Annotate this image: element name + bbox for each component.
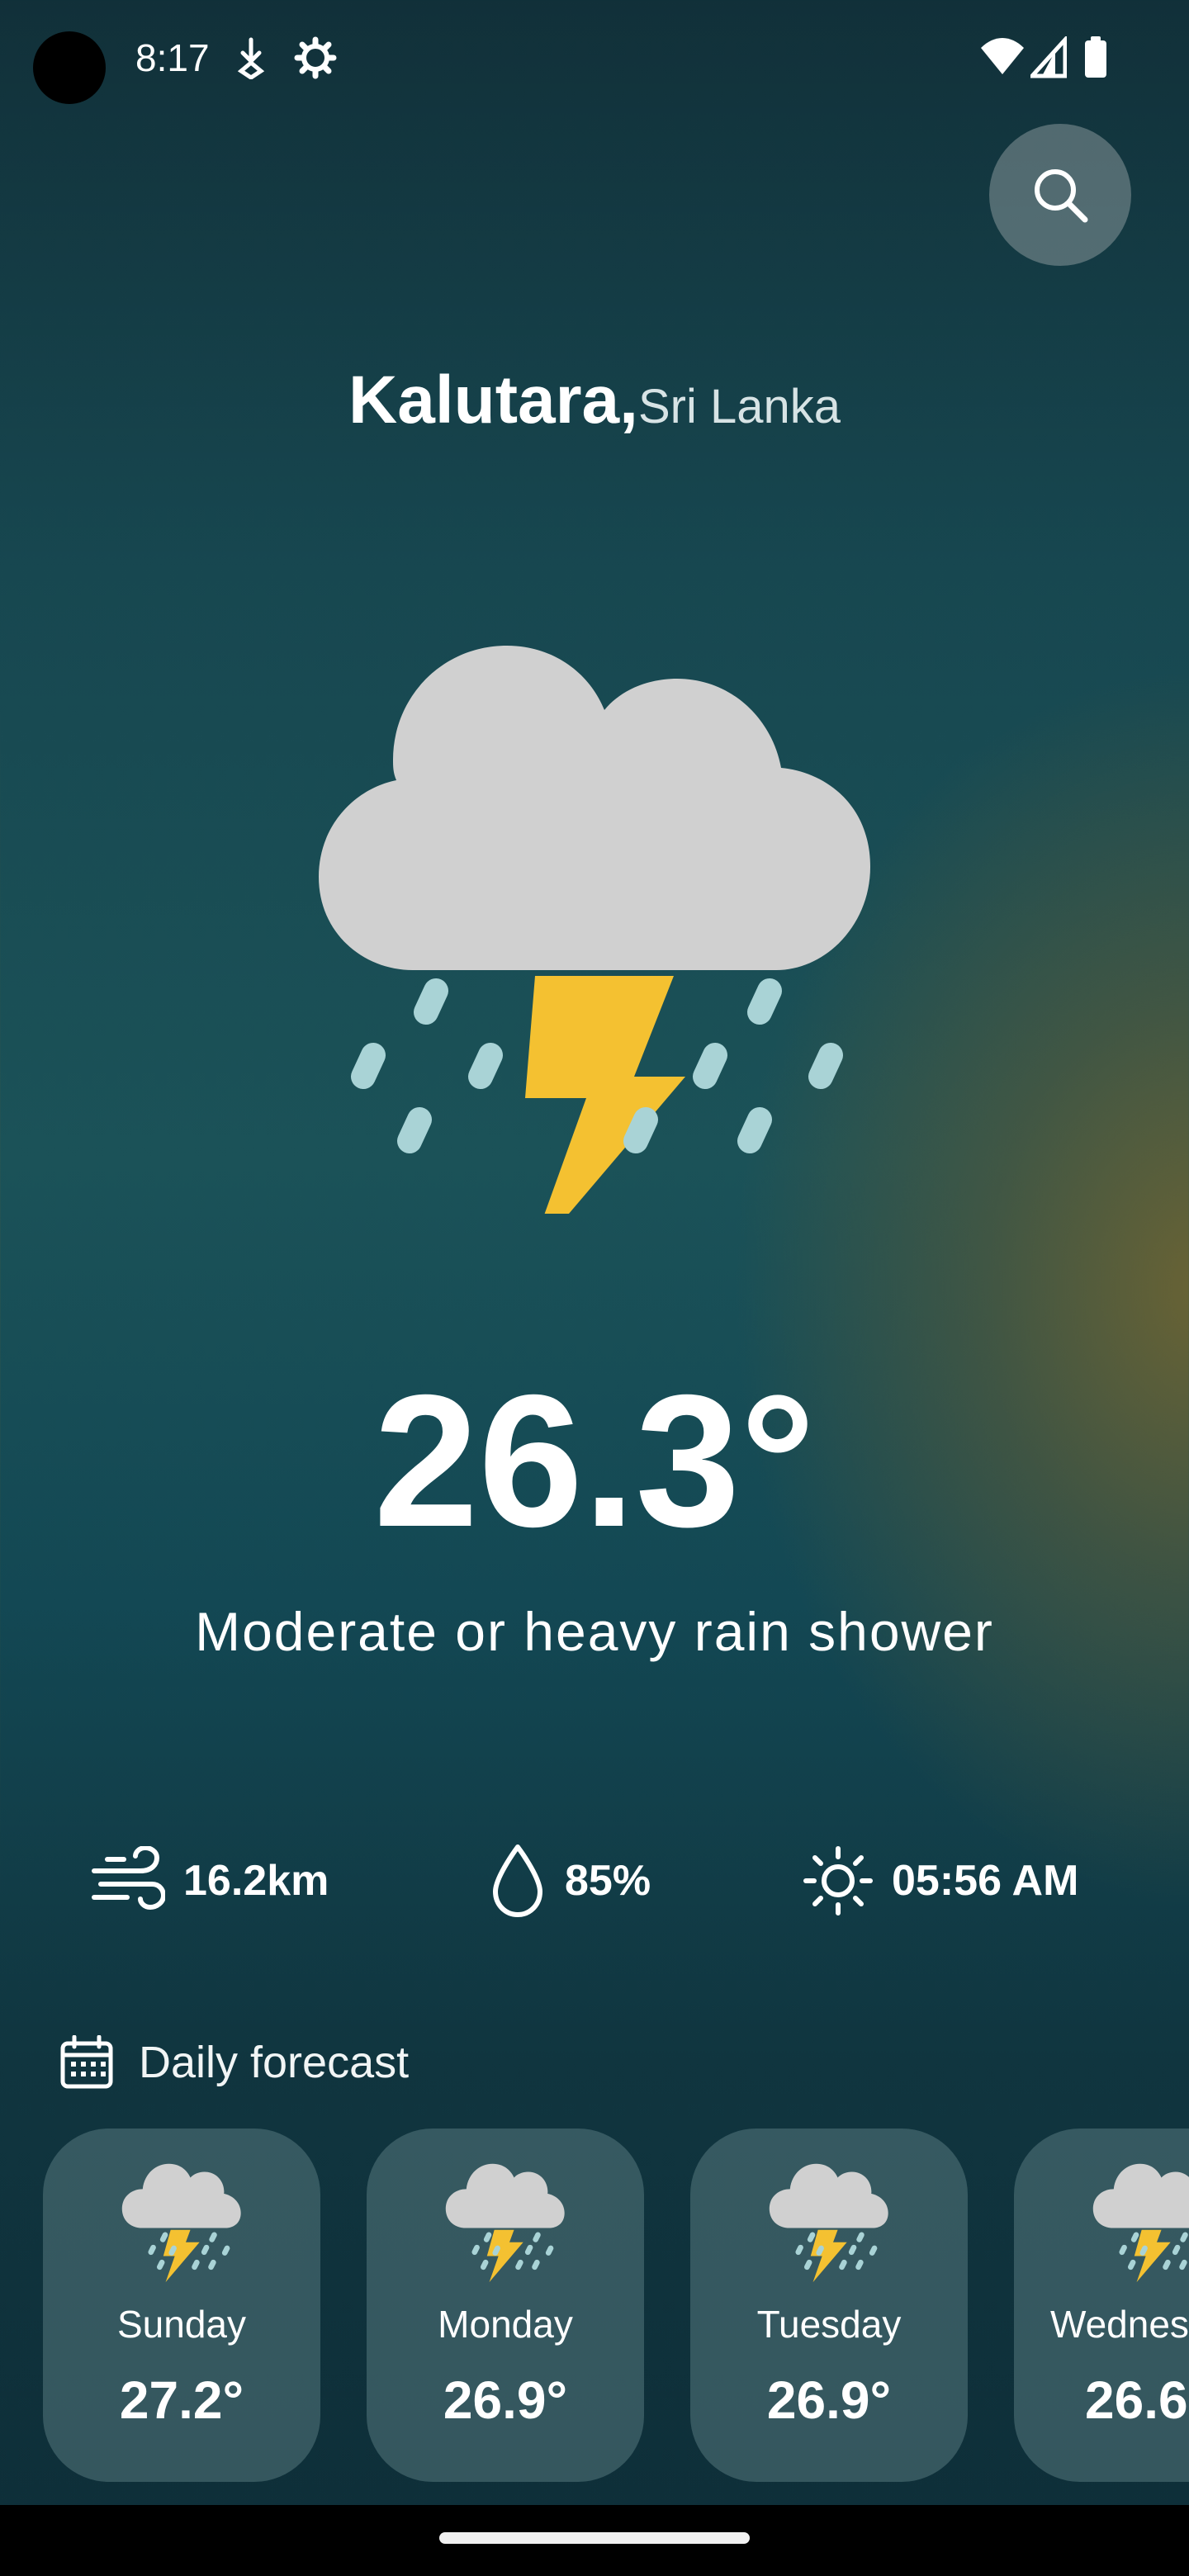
sun-icon bbox=[803, 1846, 873, 1915]
wind-value: 16.2km bbox=[183, 1857, 329, 1905]
forecast-day: Wednes bbox=[1050, 2303, 1189, 2346]
wind-stat: 16.2km bbox=[91, 1840, 329, 1922]
battery-icon bbox=[1085, 36, 1106, 78]
current-temperature: 26.3° bbox=[373, 1357, 816, 1566]
water-drop-icon bbox=[493, 1844, 542, 1917]
forecast-card[interactable]: Monday 26.9° bbox=[367, 2129, 644, 2482]
forecast-temp: 27.2° bbox=[119, 2370, 244, 2430]
sunrise-stat: 05:56 AM bbox=[803, 1840, 1078, 1922]
calendar-icon bbox=[60, 2035, 113, 2089]
thunderstorm-rain-icon bbox=[763, 2162, 895, 2285]
current-condition: Moderate or heavy rain shower bbox=[195, 1601, 994, 1662]
thunderstorm-rain-icon bbox=[439, 2162, 571, 2285]
data-sync-icon bbox=[237, 37, 265, 79]
sunrise-value: 05:56 AM bbox=[892, 1857, 1079, 1905]
humidity-value: 85% bbox=[565, 1857, 651, 1905]
forecast-card[interactable]: Wednes 26.6 bbox=[1014, 2129, 1189, 2482]
thunderstorm-rain-icon bbox=[319, 646, 870, 1214]
forecast-card[interactable]: Tuesday 26.9° bbox=[690, 2129, 968, 2482]
forecast-card[interactable]: Sunday 27.2° bbox=[43, 2129, 320, 2482]
wind-icon bbox=[92, 1846, 165, 1911]
forecast-temp: 26.9° bbox=[766, 2370, 892, 2430]
camera-cutout bbox=[33, 31, 106, 104]
thunderstorm-rain-icon bbox=[1087, 2162, 1189, 2285]
forecast-temp: 26.9° bbox=[443, 2370, 568, 2430]
cellular-signal-icon bbox=[1030, 36, 1067, 78]
search-button[interactable] bbox=[989, 124, 1131, 266]
daily-forecast-header: Daily forecast bbox=[59, 2029, 409, 2095]
wifi-icon bbox=[981, 38, 1024, 74]
thunderstorm-rain-icon bbox=[116, 2162, 248, 2285]
location-title: Kalutara,Sri Lanka bbox=[0, 362, 1189, 439]
forecast-temp: 26.6 bbox=[1085, 2370, 1188, 2430]
status-time: 8:17 bbox=[135, 36, 210, 79]
settings-gear-icon bbox=[294, 36, 337, 79]
location-city: Kalutara, bbox=[348, 362, 638, 438]
humidity-stat: 85% bbox=[489, 1840, 651, 1922]
forecast-day: Sunday bbox=[116, 2303, 246, 2346]
location-country: Sri Lanka bbox=[637, 380, 841, 433]
search-icon bbox=[1035, 169, 1088, 223]
forecast-day: Monday bbox=[438, 2303, 573, 2346]
forecast-day: Tuesday bbox=[756, 2303, 902, 2346]
home-gesture-handle[interactable] bbox=[439, 2532, 750, 2544]
daily-forecast-label: Daily forecast bbox=[139, 2038, 410, 2087]
